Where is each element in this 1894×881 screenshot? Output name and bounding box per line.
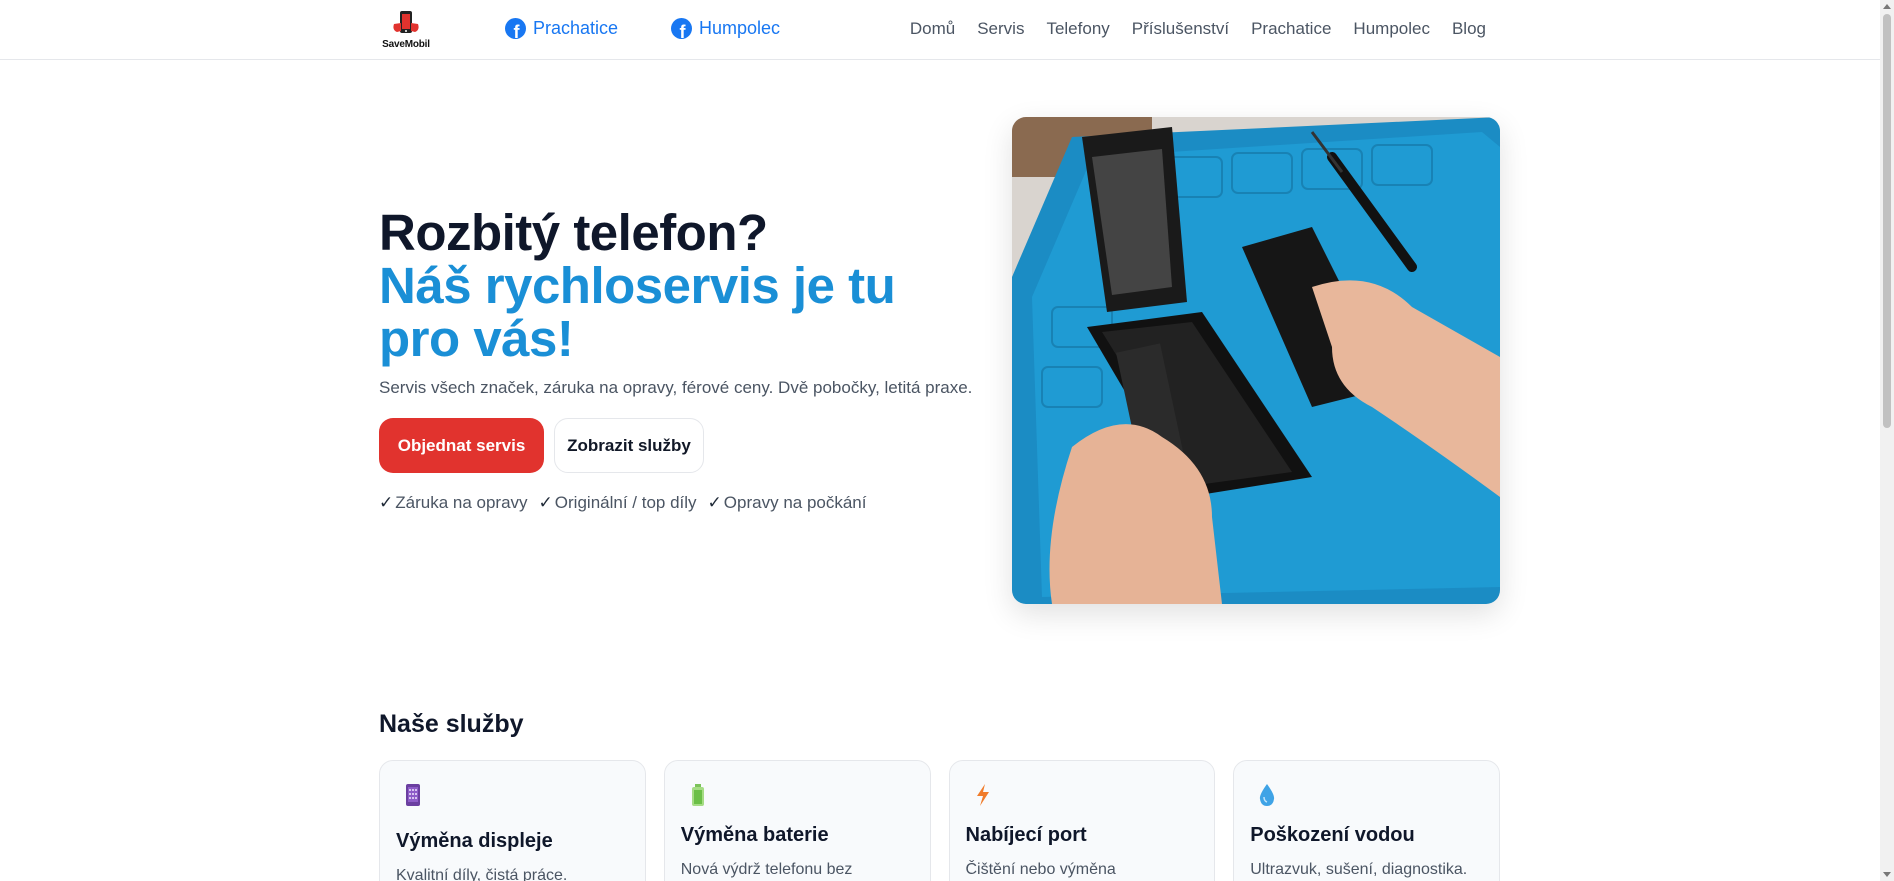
service-card-title: Poškození vodou [1250, 824, 1415, 846]
check-icon: ✓ [707, 493, 722, 512]
service-card-title: Výměna baterie [680, 824, 829, 846]
facebook-link-humpolec[interactable]: f Humpolec [671, 18, 780, 39]
service-card[interactable]: Výměna displeje Kvalitní díly, čistá prá… [379, 760, 646, 881]
nav-item-domu[interactable]: Domů [910, 19, 955, 39]
hero-title-line2: Náš rychloservis je tu pro vás! [379, 257, 896, 367]
facebook-link-label: Humpolec [699, 18, 781, 38]
water-drop-icon [1260, 784, 1275, 806]
nav-item-servis[interactable]: Servis [977, 19, 1024, 39]
hero-title-line1: Rozbitý telefon? [379, 204, 768, 261]
battery-icon [691, 784, 704, 806]
hero-subtitle: Servis všech značek, záruka na opravy, f… [379, 378, 973, 397]
site-header: SaveMobil f Prachatice f Humpolec Domů S… [0, 0, 1880, 60]
lightning-icon [976, 784, 989, 806]
facebook-link-label: Prachatice [533, 18, 619, 38]
phone-display-icon [406, 784, 420, 806]
hero-features: ✓ Záruka na opravy ✓ Originální / top díly… [379, 493, 867, 513]
facebook-icon: f [671, 18, 692, 39]
order-service-button[interactable]: Objednat servis [379, 418, 544, 473]
feature-item: ✓ Opravy na počkání [707, 493, 867, 512]
main-nav: Domů Servis Telefony Příslušenství Prach… [910, 19, 1486, 39]
services-title: Naše služby [379, 710, 524, 738]
show-services-button[interactable]: Zobrazit služby [554, 418, 704, 473]
scrollbar-thumb[interactable] [1883, 14, 1891, 428]
facebook-link-prachatice[interactable]: f Prachatice [505, 18, 618, 39]
services-list: Výměna displeje Kvalitní díly, čistá prá… [379, 760, 1500, 881]
service-card[interactable]: Nabíjecí port Čištění nebo výměna [948, 760, 1216, 881]
scroll-up-arrow-icon[interactable] [1883, 4, 1891, 9]
service-card-title: Nabíjecí port [965, 824, 1087, 846]
nav-item-prislusenstvi[interactable]: Příslušenství [1132, 19, 1229, 39]
page-scrollbar[interactable] [1880, 0, 1894, 881]
service-card[interactable]: Výměna baterie Nová výdrž telefonu bez [663, 760, 931, 881]
nav-item-telefony[interactable]: Telefony [1046, 19, 1109, 39]
check-icon: ✓ [538, 493, 553, 512]
hero-title: Rozbitý telefon? Náš rychloservis je tu … [379, 206, 979, 365]
service-card-desc: Nová výdrž telefonu bez [680, 861, 853, 878]
feature-item: ✓ Originální / top díly [538, 493, 697, 512]
service-card-desc: Kvalitní díly, čistá práce. [396, 867, 568, 881]
service-card-desc: Ultrazvuk, sušení, diagnostika. [1250, 861, 1468, 878]
nav-item-prachatice[interactable]: Prachatice [1251, 19, 1331, 39]
check-icon: ✓ [379, 493, 394, 512]
nav-item-blog[interactable]: Blog [1452, 19, 1486, 39]
facebook-icon: f [505, 18, 526, 39]
service-card-title: Výměna displeje [396, 830, 553, 852]
logo-text: SaveMobil [382, 39, 430, 50]
savemobil-logo[interactable]: SaveMobil [379, 10, 433, 52]
scroll-down-arrow-icon[interactable] [1883, 872, 1891, 877]
service-card-desc: Čištění nebo výměna [965, 861, 1116, 878]
phone-logo-icon [393, 11, 419, 33]
hero-image-phone-repair [1012, 117, 1500, 604]
feature-item: ✓ Záruka na opravy [379, 493, 528, 512]
service-card[interactable]: Poškození vodou Ultrazvuk, sušení, diagn… [1233, 760, 1500, 881]
nav-item-humpolec[interactable]: Humpolec [1353, 19, 1430, 39]
